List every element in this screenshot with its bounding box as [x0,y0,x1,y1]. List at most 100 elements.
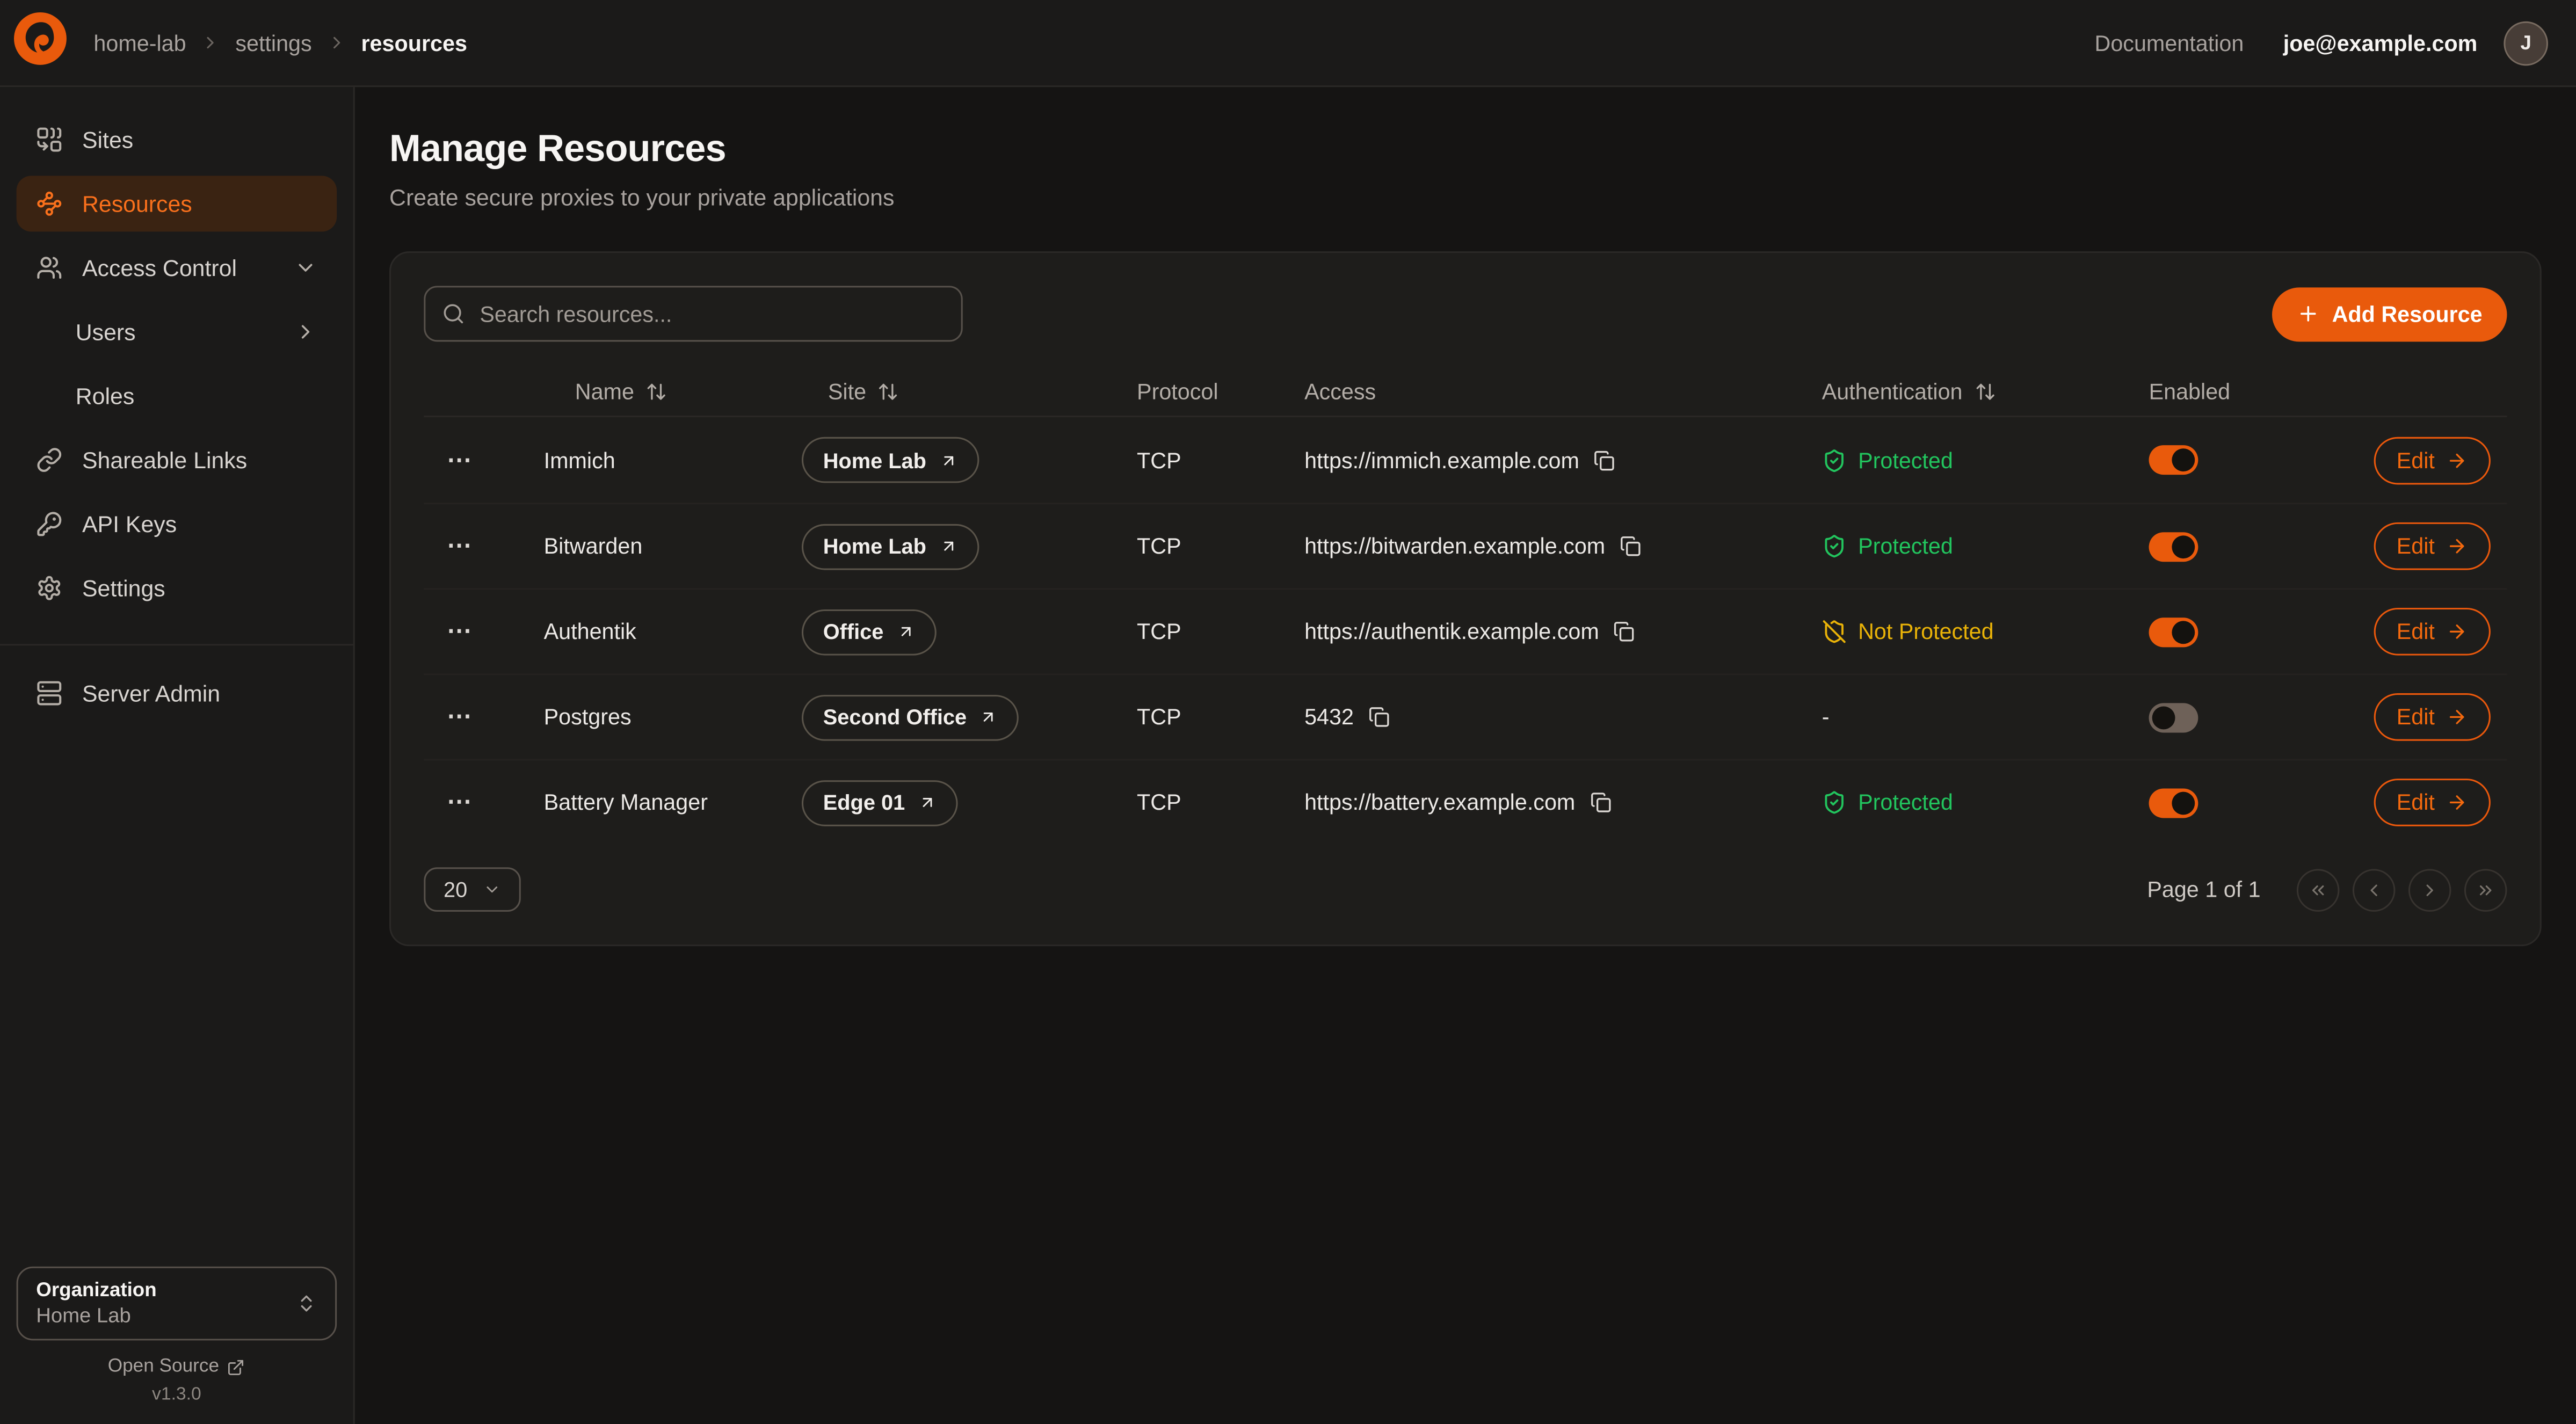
copy-icon [1369,706,1390,728]
enabled-toggle[interactable] [2149,445,2198,475]
sidebar-item-roles[interactable]: Roles [17,368,337,424]
edit-button[interactable]: Edit [2374,693,2491,741]
user-email: joe@example.com [2283,31,2478,55]
sidebar-item-label: Roles [76,383,135,409]
sidebar-item-label: Shareable Links [82,447,247,473]
sidebar-item-label: API Keys [82,511,177,537]
row-menu-button[interactable]: ⋯ [440,616,478,647]
table-row: ⋯ Bitwarden Home Lab TCP https://bitward… [424,503,2507,588]
sidebar-item-label: Resources [82,191,192,217]
copy-button[interactable] [1614,621,1635,642]
previous-page-button[interactable] [2353,868,2396,911]
edit-button[interactable]: Edit [2374,608,2491,656]
copy-icon [1590,792,1612,813]
auth-status-badge: Protected [1822,790,1953,815]
column-header-site[interactable]: Site [802,380,1137,404]
protocol-value: TCP [1137,790,1181,815]
breadcrumb-settings[interactable]: settings [235,31,311,55]
open-source-label: Open Source [108,1357,219,1377]
arrow-up-right-icon [980,708,998,726]
row-menu-button[interactable]: ⋯ [440,787,478,818]
enabled-toggle[interactable] [2149,617,2198,646]
column-header-name[interactable]: Name [544,380,802,404]
row-menu-button[interactable]: ⋯ [440,531,478,562]
breadcrumb-home-lab[interactable]: home-lab [93,31,186,55]
access-url: https://immich.example.com [1304,448,1579,473]
column-header-authentication[interactable]: Authentication [1822,380,2149,404]
documentation-link[interactable]: Documentation [2095,31,2244,55]
sidebar-item-access-control[interactable]: Access Control [17,240,337,296]
chevron-left-icon [2364,880,2384,899]
arrow-up-right-icon [939,451,957,469]
chevron-right-icon [201,33,221,53]
sidebar-item-label: Users [76,319,136,345]
resources-card: Add Resource Name Site P [389,251,2542,946]
edit-button[interactable]: Edit [2374,436,2491,484]
waypoints-icon [36,191,62,217]
resources-table: Name Site Protocol Access Authentication [424,368,2507,844]
pangolin-logo-icon[interactable] [13,11,67,74]
copy-button[interactable] [1594,449,1615,471]
sidebar-item-settings[interactable]: Settings [17,560,337,616]
plus-icon [2297,302,2320,325]
sidebar-item-label: Settings [82,575,165,601]
copy-icon [1614,621,1635,642]
enabled-toggle[interactable] [2149,788,2198,817]
organization-label: Organization [36,1278,295,1303]
version-label: v1.3.0 [17,1385,337,1405]
copy-icon [1620,535,1642,557]
link-icon [36,447,62,473]
first-page-button[interactable] [2297,868,2340,911]
users-icon [36,255,62,281]
avatar[interactable]: J [2504,20,2548,65]
site-link[interactable]: Edge 01 [802,780,957,826]
enabled-toggle[interactable] [2149,532,2198,561]
site-link[interactable]: Second Office [802,694,1019,740]
row-menu-button[interactable]: ⋯ [440,701,478,732]
edit-button[interactable]: Edit [2374,779,2491,826]
organization-select[interactable]: Organization Home Lab [17,1267,337,1341]
edit-button[interactable]: Edit [2374,522,2491,570]
chevron-down-icon [484,881,502,899]
resource-name: Postgres [544,704,632,729]
topbar: home-lab settings resources Documentatio… [0,0,2576,87]
sidebar-item-label: Sites [82,127,133,153]
open-source-link[interactable]: Open Source [17,1357,337,1377]
sidebar-item-users[interactable]: Users [17,304,337,360]
page-size-select[interactable]: 20 [424,867,521,912]
copy-button[interactable] [1590,792,1612,813]
page-info: Page 1 of 1 [2147,877,2260,902]
site-link[interactable]: Office [802,608,936,655]
search-input[interactable] [424,286,962,342]
site-link[interactable]: Home Lab [802,437,979,483]
table-row: ⋯ Postgres Second Office TCP 5432 - [424,673,2507,759]
copy-button[interactable] [1620,535,1642,557]
resource-name: Authentik [544,619,636,644]
row-menu-button[interactable]: ⋯ [440,445,478,476]
arrow-right-icon [2446,535,2468,557]
sidebar-item-shareable-links[interactable]: Shareable Links [17,432,337,488]
sidebar-item-resources[interactable]: Resources [17,176,337,231]
breadcrumb: home-lab settings resources [93,31,467,55]
key-icon [36,511,62,537]
chevron-down-icon [294,256,317,279]
copy-button[interactable] [1369,706,1390,728]
gear-icon [36,575,62,601]
sidebar-item-sites[interactable]: Sites [17,112,337,168]
sidebar-item-label: Server Admin [82,680,220,707]
add-resource-button[interactable]: Add Resource [2273,287,2507,341]
shield-check-icon [1822,790,1847,815]
arrow-up-right-icon [939,537,957,555]
chevron-right-icon [2420,880,2440,899]
last-page-button[interactable] [2464,868,2507,911]
site-link[interactable]: Home Lab [802,523,979,569]
sort-icon [645,381,667,403]
enabled-toggle[interactable] [2149,702,2198,732]
table-row: ⋯ Authentik Office TCP https://authentik… [424,588,2507,673]
sidebar-item-server-admin[interactable]: Server Admin [17,665,337,721]
arrow-right-icon [2446,621,2468,642]
shield-off-icon [1822,619,1847,644]
next-page-button[interactable] [2408,868,2451,911]
breadcrumb-resources: resources [361,31,467,55]
sidebar-item-api-keys[interactable]: API Keys [17,496,337,552]
